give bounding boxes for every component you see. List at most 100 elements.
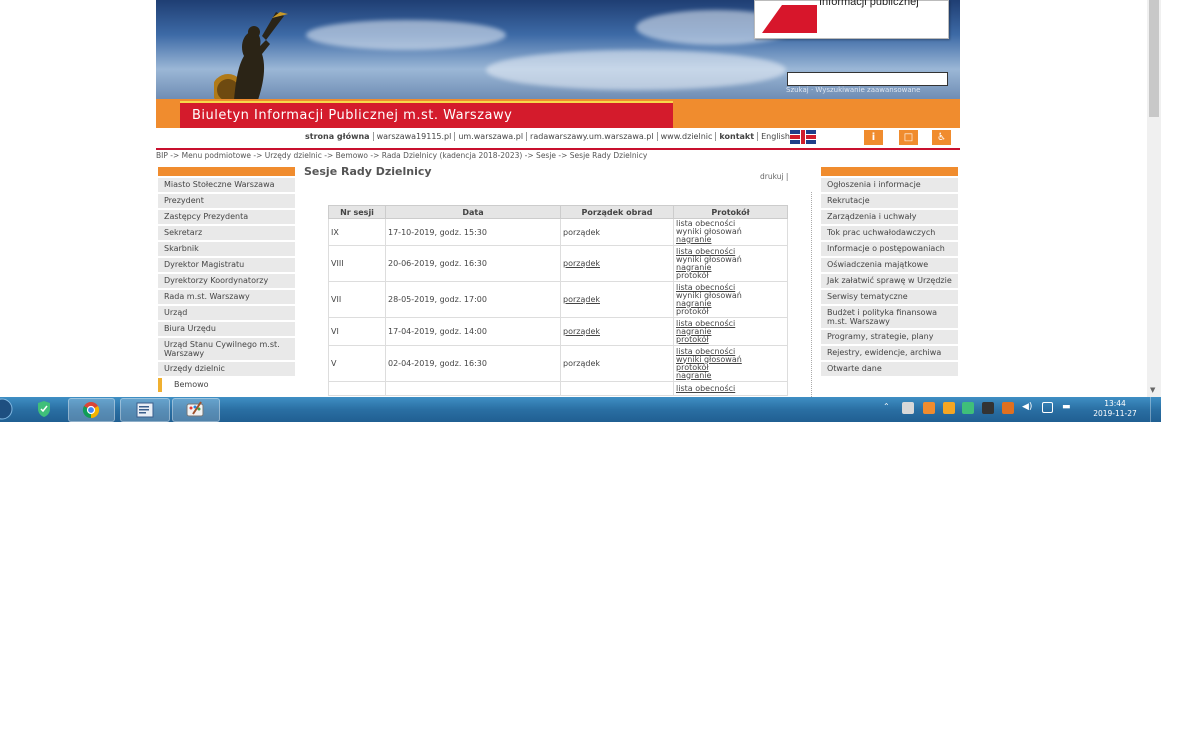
nav-link-contact[interactable]: kontakt [716, 132, 759, 141]
right-menu-item[interactable]: Serwisy tematyczne [821, 290, 958, 304]
accessibility-icon[interactable]: ♿ [932, 130, 951, 145]
session-order[interactable]: porządek [560, 281, 674, 318]
right-menu-item[interactable]: Zarządzenia i uchwały [821, 210, 958, 224]
protocol-link[interactable]: protokół [676, 271, 785, 280]
search-input[interactable] [787, 72, 948, 86]
session-date: 17-04-2019, godz. 14:00 [385, 317, 561, 346]
session-order: porządek [560, 218, 674, 246]
nav-link-dzielnice[interactable]: www.dzielnic [657, 132, 717, 141]
left-menu-item[interactable]: Dyrektorzy Koordynatorzy [158, 274, 295, 288]
right-menu-item[interactable]: Oświadczenia majątkowe [821, 258, 958, 272]
session-order[interactable]: porządek [560, 317, 674, 346]
session-protocol: lista obecności nagranie protokół [673, 317, 788, 346]
left-menu-item[interactable]: Prezydent [158, 194, 295, 208]
left-menu-item[interactable]: Urzędy dzielnic [158, 362, 295, 376]
network-icon[interactable] [1042, 402, 1053, 413]
right-menu-item[interactable]: Jak załatwić sprawę w Urzędzie [821, 274, 958, 288]
protocol-link[interactable]: lista obecności [676, 384, 785, 393]
session-protocol: lista obecności wyniki głosowań protokół… [673, 345, 788, 382]
protocol-link[interactable]: nagranie [676, 371, 785, 380]
session-number: VII [328, 281, 386, 318]
vertical-scrollbar[interactable]: ▼ [1147, 0, 1161, 397]
clock[interactable]: 13:44 2019-11-27 [1088, 399, 1142, 419]
tray-app-icon[interactable] [1002, 402, 1014, 414]
top-navigation: strona główna warszawa19115.pl um.warszawa… [156, 128, 960, 150]
table-row: lista obecności [328, 381, 788, 396]
screen: Informacji publicznej Szukaj · Wyszukiwa… [0, 0, 1161, 422]
right-menu-item[interactable]: Rekrutacje [821, 194, 958, 208]
session-date: 20-06-2019, godz. 16:30 [385, 245, 561, 282]
left-menu-item[interactable]: Miasto Stołeczne Warszawa [158, 178, 295, 192]
breadcrumb[interactable]: BIP -> Menu podmiotowe -> Urzędy dzielni… [156, 151, 960, 163]
left-menu-item[interactable]: Biura Urzędu [158, 322, 295, 336]
nav-link-um[interactable]: um.warszawa.pl [455, 132, 528, 141]
volume-icon[interactable]: ◀) [1022, 402, 1034, 414]
right-menu: Ogłoszenia i informacje Rekrutacje Zarzą… [821, 167, 958, 378]
shield-app-icon [38, 401, 50, 417]
tray-app-icon[interactable] [982, 402, 994, 414]
session-number: V [328, 345, 386, 382]
right-menu-item[interactable]: Informacje o postępowaniach [821, 242, 958, 256]
tray-expand-icon[interactable]: ⌃ [883, 402, 895, 414]
search-links[interactable]: Szukaj · Wyszukiwanie zaawansowane [786, 86, 920, 94]
session-number: VIII [328, 245, 386, 282]
print-link[interactable]: drukuj | [760, 172, 788, 181]
bip-flag-icon [762, 5, 817, 33]
right-menu-item[interactable]: Budżet i polityka finansowa m.st. Warsza… [821, 306, 958, 328]
session-date: 02-04-2019, godz. 16:30 [385, 345, 561, 382]
table-row: V 02-04-2019, godz. 16:30 porządek lista… [328, 345, 788, 382]
nav-link-rada[interactable]: radawarszawy.um.warszawa.pl [527, 132, 658, 141]
left-menu-item[interactable]: Dyrektor Magistratu [158, 258, 295, 272]
taskbar-paint[interactable] [172, 398, 220, 422]
scrollbar-thumb[interactable] [1149, 0, 1159, 117]
taskbar-editor[interactable] [120, 398, 170, 422]
right-menu-item[interactable]: Programy, strategie, plany [821, 330, 958, 344]
nav-link-19115[interactable]: warszawa19115.pl [373, 132, 456, 141]
protocol-link[interactable]: nagranie [676, 236, 785, 244]
content-divider [811, 192, 812, 397]
left-menu-item[interactable]: Urząd Stanu Cywilnego m.st. Warszawy [158, 338, 295, 360]
keyboard-icon[interactable] [902, 402, 914, 414]
table-row: VI 17-04-2019, godz. 14:00 porządek list… [328, 317, 788, 346]
right-menu-item[interactable]: Rejestry, ewidencje, archiwa [821, 346, 958, 360]
uk-flag-icon[interactable] [790, 130, 816, 144]
left-menu-item[interactable]: Sekretarz [158, 226, 295, 240]
session-order: porządek [560, 345, 674, 382]
sign-language-icon[interactable]: i [864, 130, 883, 145]
right-menu-item[interactable]: Otwarte dane [821, 362, 958, 376]
session-number [328, 381, 386, 396]
tray-app-icon[interactable] [923, 402, 935, 414]
flag-notifications-icon[interactable]: ▬ [1062, 402, 1074, 414]
clock-time: 13:44 [1104, 399, 1126, 408]
start-button[interactable] [0, 398, 18, 420]
session-date: 28-05-2019, godz. 17:00 [385, 281, 561, 318]
browser-page: Informacji publicznej Szukaj · Wyszukiwa… [156, 0, 960, 397]
session-order[interactable]: porządek [560, 245, 674, 282]
left-menu-item-selected[interactable]: Bemowo [158, 378, 295, 392]
taskbar-chrome[interactable] [68, 398, 115, 422]
syrenka-statue-icon [214, 12, 288, 99]
left-menu-item[interactable]: Rada m.st. Warszawy [158, 290, 295, 304]
taskbar-security-app[interactable] [30, 398, 58, 420]
sessions-table: Nr sesji Data Porządek obrad Protokół IX… [328, 205, 788, 396]
session-date [385, 381, 561, 396]
show-desktop-button[interactable] [1150, 397, 1161, 422]
left-menu-item[interactable]: Skarbnik [158, 242, 295, 256]
left-menu-item[interactable]: Urząd [158, 306, 295, 320]
top-nav-links: strona główna warszawa19115.pl um.warszawa… [302, 132, 793, 141]
bip-logo[interactable]: Informacji publicznej [754, 0, 949, 39]
session-number: VI [328, 317, 386, 346]
right-menu-item[interactable]: Tok prac uchwałodawczych [821, 226, 958, 240]
nav-link-english[interactable]: English [758, 132, 793, 141]
tray-shield-icon[interactable] [962, 402, 974, 414]
scroll-down-arrow-icon[interactable]: ▼ [1150, 386, 1155, 394]
protocol-link[interactable]: protokół [676, 307, 785, 316]
nav-link-home[interactable]: strona główna [302, 132, 374, 141]
left-menu-item[interactable]: Zastępcy Prezydenta [158, 210, 295, 224]
protocol-link[interactable]: protokół [676, 335, 785, 344]
left-menu: Miasto Stołeczne Warszawa Prezydent Zast… [158, 167, 295, 394]
column-header: Porządek obrad [560, 205, 674, 219]
right-menu-item[interactable]: Ogłoszenia i informacje [821, 178, 958, 192]
tray-app-icon[interactable] [943, 402, 955, 414]
contrast-icon[interactable]: □ [899, 130, 918, 145]
